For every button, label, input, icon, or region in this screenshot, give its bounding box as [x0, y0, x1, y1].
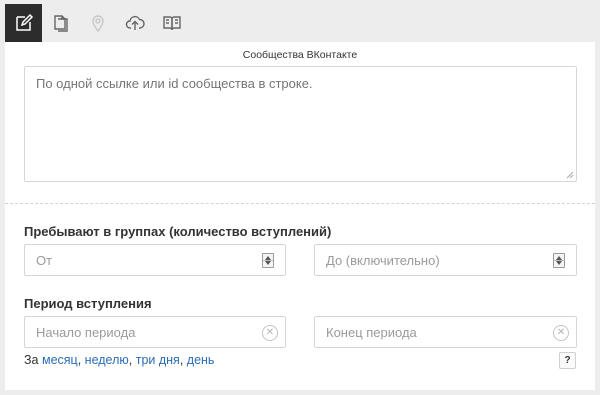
- edit-tab-button[interactable]: [5, 4, 42, 42]
- cloud-upload-icon: [125, 15, 145, 30]
- help-button[interactable]: ?: [559, 352, 576, 369]
- book-icon: [162, 16, 181, 31]
- groups-to-input[interactable]: До (включительно): [314, 244, 577, 276]
- communities-title: Сообщества ВКонтакте: [242, 49, 358, 61]
- quick-sep: ,: [179, 353, 187, 367]
- resize-grip-icon[interactable]: [566, 171, 574, 179]
- spinner-down-icon[interactable]: [556, 261, 562, 265]
- quick-prefix: За: [24, 353, 42, 367]
- quick-day-link[interactable]: день: [187, 353, 215, 367]
- quick-sep: ,: [77, 353, 85, 367]
- toolbar: [5, 4, 591, 42]
- spinner-down-icon[interactable]: [265, 261, 271, 265]
- groups-from-spinner[interactable]: [262, 253, 274, 268]
- period-start-input[interactable]: Начало периода ✕: [24, 316, 286, 348]
- communities-textarea[interactable]: [24, 66, 577, 182]
- period-start-placeholder: Начало периода: [36, 324, 136, 340]
- edit-icon: [15, 13, 33, 31]
- groups-to-spinner[interactable]: [553, 253, 565, 268]
- upload-tab-button[interactable]: [116, 4, 153, 42]
- period-label: Период вступления: [24, 296, 152, 311]
- divider: [5, 203, 595, 204]
- period-end-input[interactable]: Конец периода ✕: [314, 316, 577, 348]
- groups-to-placeholder: До (включительно): [326, 252, 440, 268]
- groups-label: Пребывают в группах (количество вступлен…: [24, 224, 332, 239]
- copy-tab-button[interactable]: [42, 4, 79, 42]
- groups-from-input[interactable]: От: [24, 244, 286, 276]
- quick-sep: ,: [128, 353, 136, 367]
- book-tab-button[interactable]: [153, 4, 190, 42]
- quick-month-link[interactable]: месяц: [42, 353, 78, 367]
- form-panel: Сообщества ВКонтакте Пребывают в группах…: [5, 42, 595, 390]
- groups-from-placeholder: От: [36, 252, 53, 268]
- clear-start-icon[interactable]: ✕: [262, 325, 278, 341]
- period-end-placeholder: Конец периода: [326, 324, 417, 340]
- clear-end-icon[interactable]: ✕: [553, 325, 569, 341]
- location-tab-button[interactable]: [79, 4, 116, 42]
- map-pin-icon: [91, 15, 104, 33]
- quick-week-link[interactable]: неделю: [85, 353, 129, 367]
- quick-three-days-link[interactable]: три дня: [136, 353, 180, 367]
- quick-period-links: За месяц, неделю, три дня, день: [24, 353, 214, 367]
- copy-icon: [53, 15, 68, 32]
